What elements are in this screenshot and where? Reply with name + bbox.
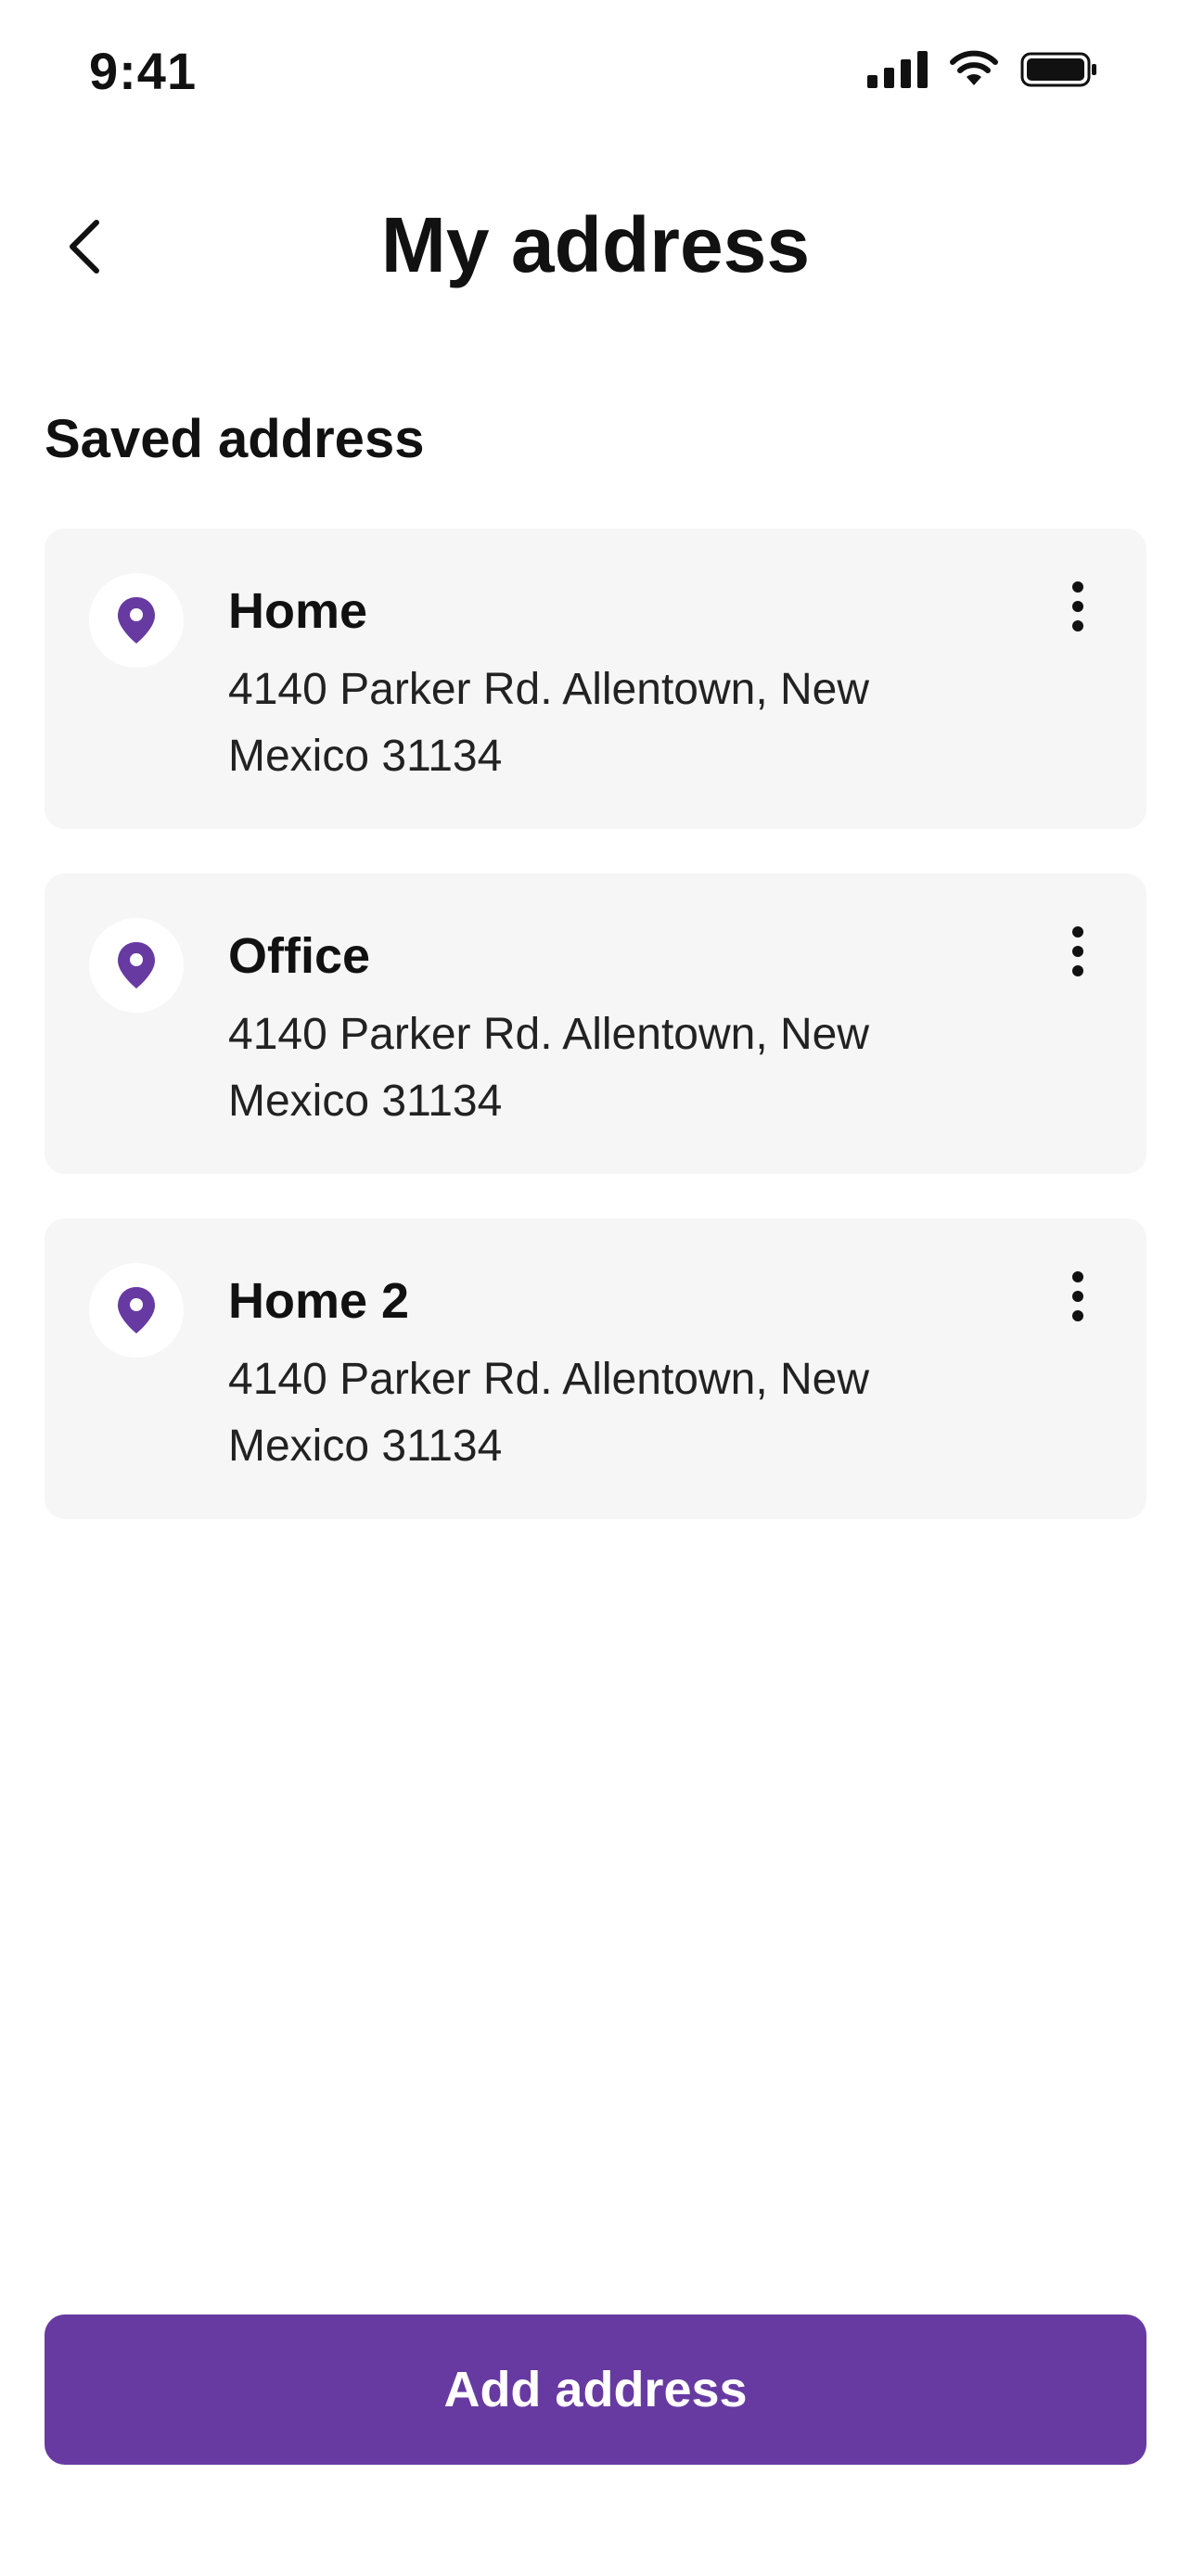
more-vertical-icon bbox=[1072, 926, 1083, 976]
location-pin-badge bbox=[89, 573, 184, 668]
page-title: My address bbox=[380, 201, 811, 288]
address-line-2: Mexico 31134 bbox=[228, 732, 503, 781]
address-text: 4140 Parker Rd. Allentown, New Mexico 31… bbox=[228, 1346, 933, 1480]
more-options-button[interactable] bbox=[1054, 1263, 1102, 1330]
address-card-home[interactable]: Home 4140 Parker Rd. Allentown, New Mexi… bbox=[45, 529, 1146, 829]
header: My address bbox=[0, 185, 1191, 306]
address-card-home-2[interactable]: Home 2 4140 Parker Rd. Allentown, New Me… bbox=[45, 1218, 1146, 1519]
more-vertical-icon bbox=[1072, 581, 1083, 631]
address-line-1: 4140 Parker Rd. Allentown, New bbox=[228, 1355, 870, 1404]
address-name: Office bbox=[228, 928, 371, 984]
status-icons bbox=[867, 50, 1098, 89]
battery-icon bbox=[1020, 52, 1096, 87]
status-bar: 9:41 bbox=[0, 0, 1191, 139]
wifi-icon bbox=[950, 50, 998, 85]
location-pin-badge bbox=[89, 1263, 184, 1358]
address-card-office[interactable]: Office 4140 Parker Rd. Allentown, New Me… bbox=[45, 874, 1146, 1174]
location-pin-badge bbox=[89, 918, 184, 1013]
address-text: 4140 Parker Rd. Allentown, New Mexico 31… bbox=[228, 657, 933, 790]
status-time: 9:41 bbox=[89, 42, 198, 100]
address-text: 4140 Parker Rd. Allentown, New Mexico 31… bbox=[228, 1001, 933, 1135]
signal-icon bbox=[867, 51, 928, 88]
location-pin-icon bbox=[118, 1287, 155, 1333]
section-title: Saved address bbox=[45, 409, 425, 469]
location-pin-icon bbox=[118, 597, 155, 644]
address-name: Home bbox=[228, 583, 368, 639]
more-options-button[interactable] bbox=[1054, 918, 1102, 985]
more-vertical-icon bbox=[1072, 1271, 1083, 1321]
address-line-1: 4140 Parker Rd. Allentown, New bbox=[228, 1010, 870, 1059]
address-name: Home 2 bbox=[228, 1273, 410, 1329]
more-options-button[interactable] bbox=[1054, 573, 1102, 640]
add-address-button[interactable]: Add address bbox=[45, 2315, 1146, 2465]
address-line-2: Mexico 31134 bbox=[228, 1077, 503, 1126]
location-pin-icon bbox=[118, 942, 155, 988]
address-line-1: 4140 Parker Rd. Allentown, New bbox=[228, 665, 870, 714]
address-line-2: Mexico 31134 bbox=[228, 1422, 503, 1471]
